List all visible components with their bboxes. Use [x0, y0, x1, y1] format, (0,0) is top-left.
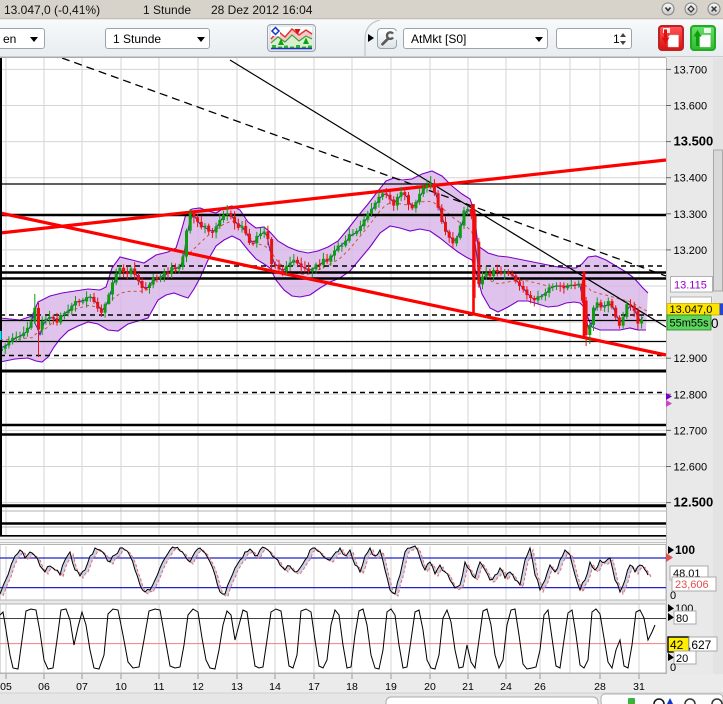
svg-text:13: 13 — [231, 681, 243, 693]
svg-text:24: 24 — [500, 681, 512, 693]
svg-text:13.200: 13.200 — [674, 245, 708, 257]
svg-text:06: 06 — [38, 681, 50, 693]
svg-text:21: 21 — [462, 681, 474, 693]
svg-text:12.900: 12.900 — [674, 353, 708, 365]
svg-text:13.300: 13.300 — [674, 209, 708, 221]
svg-text:13.400: 13.400 — [674, 173, 708, 185]
svg-text:13.115: 13.115 — [674, 280, 707, 292]
svg-text:19: 19 — [385, 681, 397, 693]
svg-text:0: 0 — [711, 316, 719, 331]
svg-text:13.700: 13.700 — [674, 64, 708, 76]
svg-text:42: 42 — [670, 638, 684, 652]
svg-text:05: 05 — [0, 681, 12, 693]
svg-text:26: 26 — [534, 681, 546, 693]
svg-text:12.500: 12.500 — [674, 495, 714, 510]
svg-text:55m55s: 55m55s — [670, 318, 710, 330]
svg-text:11: 11 — [154, 681, 165, 693]
svg-text:10: 10 — [115, 681, 127, 693]
svg-text:13.600: 13.600 — [674, 101, 708, 113]
svg-text:0: 0 — [670, 590, 676, 602]
svg-text:20: 20 — [676, 653, 688, 665]
svg-text:,627: ,627 — [688, 638, 712, 652]
svg-text:0: 0 — [670, 662, 676, 674]
svg-text:12.600: 12.600 — [674, 462, 708, 474]
svg-text:14: 14 — [269, 681, 281, 693]
svg-text:13.500: 13.500 — [674, 134, 714, 149]
svg-text:12.700: 12.700 — [674, 425, 708, 437]
svg-text:17: 17 — [308, 681, 320, 693]
svg-text:12: 12 — [192, 681, 204, 693]
svg-text:23,606: 23,606 — [675, 579, 709, 591]
svg-text:80: 80 — [676, 613, 688, 625]
svg-text:28: 28 — [594, 681, 606, 693]
svg-text:12.800: 12.800 — [674, 389, 708, 401]
svg-text:31: 31 — [633, 681, 645, 693]
svg-text:07: 07 — [76, 681, 88, 693]
svg-text:18: 18 — [346, 681, 358, 693]
svg-text:13.047,0: 13.047,0 — [670, 304, 713, 316]
svg-text:20: 20 — [424, 681, 436, 693]
svg-text:100: 100 — [675, 543, 695, 557]
